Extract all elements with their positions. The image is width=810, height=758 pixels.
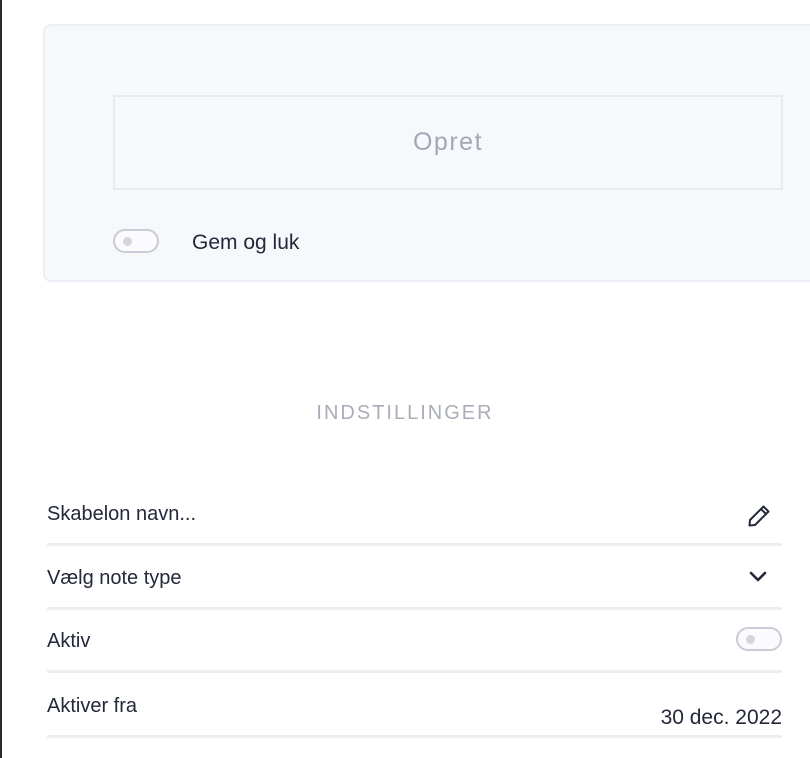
pencil-icon[interactable] [746, 503, 772, 529]
active-toggle[interactable] [736, 627, 782, 651]
toggle-knob [123, 237, 132, 246]
note-type-label: Vælg note type [47, 567, 182, 589]
save-and-close-label: Gem og luk [192, 231, 300, 254]
chevron-down-icon[interactable] [748, 570, 768, 584]
panel-left-border [0, 0, 2, 758]
activate-from-label: Aktiver fra [47, 695, 138, 717]
active-label: Aktiv [47, 630, 91, 652]
create-button[interactable]: Opret [113, 95, 783, 190]
save-and-close-toggle[interactable] [113, 229, 159, 253]
note-type-select[interactable]: Vælg note type [47, 548, 782, 610]
settings-heading: INDSTILLINGER [316, 402, 494, 424]
template-name-input[interactable]: Skabelon navn... [47, 503, 196, 526]
create-card: Opret Gem og luk [43, 24, 810, 282]
active-row: Aktiv [47, 611, 782, 673]
template-editor-panel: Opret Gem og luk INDSTILLINGER Skabelon … [0, 0, 810, 758]
activate-from-row[interactable]: Aktiver fra 30 dec. 2022 [47, 676, 782, 738]
template-name-row[interactable]: Skabelon navn... [47, 484, 782, 546]
toggle-knob [746, 635, 755, 644]
activate-from-date[interactable]: 30 dec. 2022 [661, 706, 782, 730]
